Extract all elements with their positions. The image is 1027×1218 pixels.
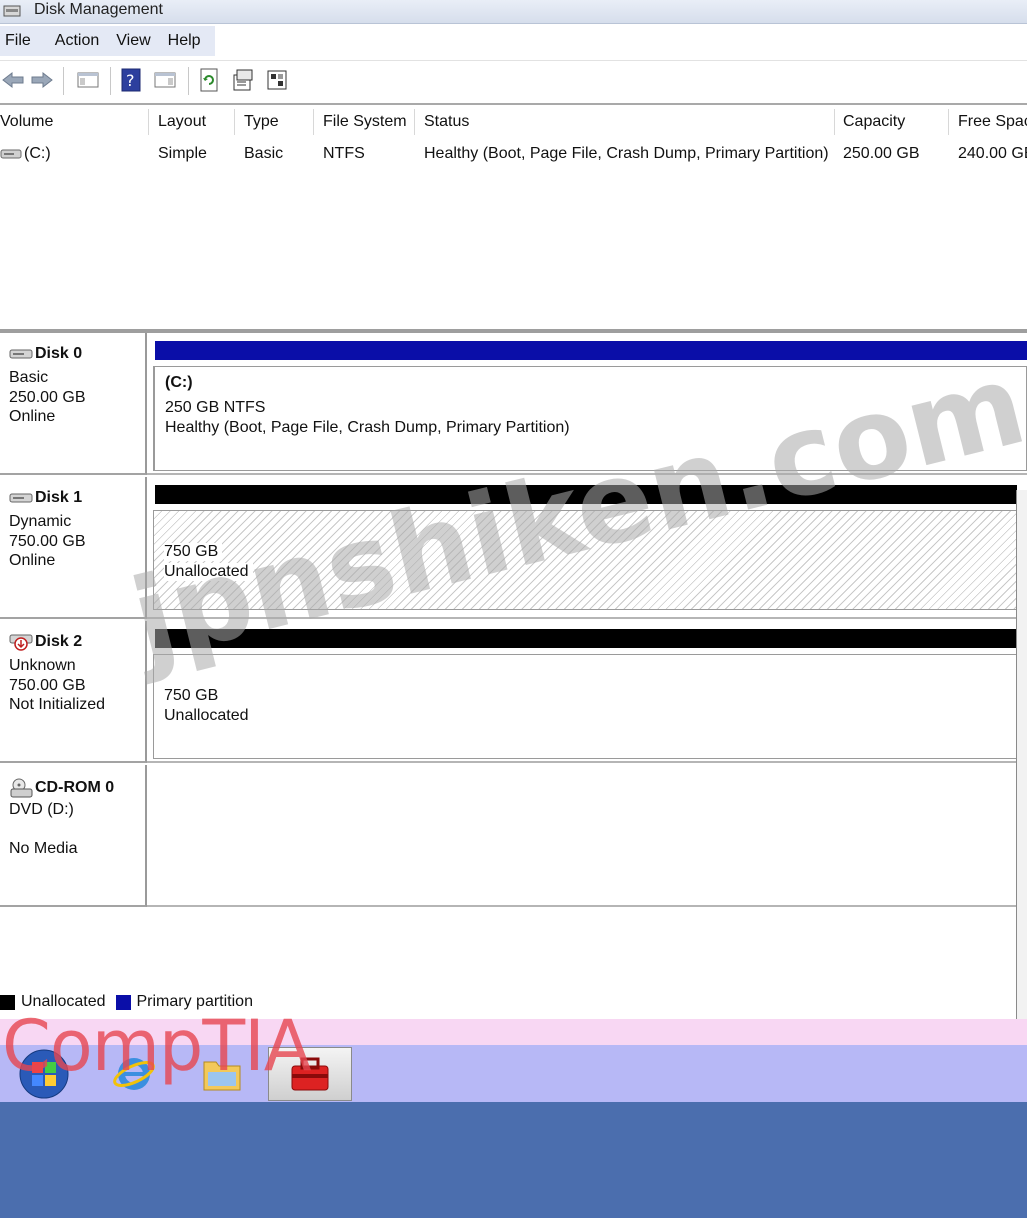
- taskbar: [0, 1045, 1027, 1102]
- legend: Unallocated Primary partition: [0, 991, 253, 1013]
- disk-1-label[interactable]: Disk 1 Dynamic 750.00 GB Online: [0, 477, 147, 619]
- column-header-capacity[interactable]: Capacity: [843, 113, 905, 131]
- legend-label-primary: Primary partition: [136, 993, 253, 1010]
- window-title: Disk Management: [34, 1, 163, 18]
- menu-file[interactable]: File: [0, 32, 49, 50]
- legend-swatch-primary: [115, 994, 131, 1010]
- disk-2-partition-bar: [155, 629, 1017, 648]
- disk-2-unallocated-size: 750 GB: [164, 687, 219, 704]
- menu-action[interactable]: Action: [49, 32, 110, 50]
- internet-explorer-icon[interactable]: [92, 1047, 176, 1101]
- legend-swatch-unallocated: [0, 994, 15, 1010]
- cdrom-0-state: No Media: [9, 840, 78, 857]
- disk-1-partition-bar: [155, 485, 1017, 504]
- column-header-layout[interactable]: Layout: [158, 113, 206, 131]
- cdrom-0-label[interactable]: CD-ROM 0 DVD (D:) No Media: [0, 765, 147, 907]
- disk-1-size: 750.00 GB: [9, 533, 86, 550]
- disk-1-unallocated[interactable]: 750 GB Unallocated: [153, 510, 1017, 610]
- properties-icon[interactable]: [230, 67, 256, 93]
- cdrom-0-name: CD-ROM 0: [35, 779, 115, 796]
- legend-label-unallocated: Unallocated: [21, 993, 106, 1010]
- drive-icon: [0, 149, 22, 159]
- column-header-free-space[interactable]: Free Spac: [958, 113, 1027, 131]
- title-bar: Disk Management: [0, 0, 1027, 24]
- column-header-type[interactable]: Type: [244, 113, 279, 131]
- partition-c-size: 250 GB NTFS: [165, 399, 266, 416]
- help-icon[interactable]: ?: [118, 67, 144, 93]
- menu-help[interactable]: Help: [162, 32, 212, 50]
- partition-c-title: (C:): [165, 374, 193, 391]
- disk-2-size: 750.00 GB: [9, 677, 86, 694]
- disk-0-partition-bar: [155, 341, 1027, 360]
- windows-explorer-icon[interactable]: [180, 1047, 264, 1101]
- volume-layout: Simple: [158, 145, 207, 162]
- show-hide-console-tree-icon[interactable]: [75, 67, 101, 93]
- disk-management-app-icon: [3, 5, 21, 17]
- desktop-background: [0, 1102, 1027, 1218]
- svg-text:?: ?: [126, 71, 135, 90]
- start-orb-icon[interactable]: [2, 1047, 86, 1101]
- disk-0-type: Basic: [9, 369, 49, 386]
- volume-type: Basic: [244, 145, 284, 162]
- cd-drive-icon: [10, 778, 33, 798]
- volume-file-system: NTFS: [323, 145, 365, 162]
- disk-2-state: Not Initialized: [9, 696, 106, 713]
- column-header-file-system[interactable]: File System: [323, 113, 407, 131]
- volume-name: (C:): [24, 145, 51, 162]
- volume-free-space: 240.00 GE: [958, 145, 1027, 162]
- disk-1-name: Disk 1: [35, 489, 83, 506]
- show-hide-action-pane-icon[interactable]: [152, 67, 178, 93]
- disk-1-type: Dynamic: [9, 513, 72, 530]
- volume-status: Healthy (Boot, Page File, Crash Dump, Pr…: [424, 145, 829, 162]
- cdrom-0-type: DVD (D:): [9, 801, 74, 818]
- menu-view[interactable]: View: [110, 32, 161, 50]
- disk-2-type: Unknown: [9, 657, 76, 674]
- disk-icon: [9, 493, 33, 503]
- column-header-volume[interactable]: Volume: [0, 113, 53, 131]
- disk-1-unallocated-size: 750 GB: [164, 543, 223, 561]
- menu-bar: File Action View Help: [0, 24, 1027, 60]
- disk-0-size: 250.00 GB: [9, 389, 86, 406]
- disk-0-name: Disk 0: [35, 345, 83, 362]
- disk-2-label[interactable]: Disk 2 Unknown 750.00 GB Not Initialized: [0, 621, 147, 763]
- disk-pane: Disk 0 Basic 250.00 GB Online (C:) 250 G…: [0, 333, 1027, 1019]
- disk-2-unallocated[interactable]: 750 GB Unallocated: [153, 654, 1017, 759]
- toolbar: ?: [0, 60, 1027, 100]
- back-icon[interactable]: [0, 67, 26, 93]
- forward-icon[interactable]: [29, 67, 55, 93]
- partition-c-status: Healthy (Boot, Page File, Crash Dump, Pr…: [165, 419, 570, 436]
- disk-1-unallocated-status: Unallocated: [164, 563, 253, 581]
- disk-error-icon: [9, 634, 33, 651]
- settings-icon[interactable]: [264, 67, 290, 93]
- partition-c[interactable]: (C:) 250 GB NTFS Healthy (Boot, Page Fil…: [153, 366, 1027, 471]
- refresh-icon[interactable]: [196, 67, 222, 93]
- disk-icon: [9, 349, 33, 359]
- status-strip: [0, 1019, 1027, 1045]
- disk-2-name: Disk 2: [35, 633, 83, 650]
- column-header-status[interactable]: Status: [424, 113, 469, 131]
- volume-list: Volume Layout Type File System Status Ca…: [0, 103, 1027, 329]
- computer-management-icon[interactable]: [268, 1047, 352, 1101]
- volume-capacity: 250.00 GB: [843, 145, 920, 162]
- offscreen-dialog-edge: [1016, 490, 1027, 1055]
- disk-2-unallocated-status: Unallocated: [164, 707, 249, 724]
- disk-1-state: Online: [9, 552, 56, 569]
- disk-0-label[interactable]: Disk 0 Basic 250.00 GB Online: [0, 333, 147, 475]
- disk-0-state: Online: [9, 408, 56, 425]
